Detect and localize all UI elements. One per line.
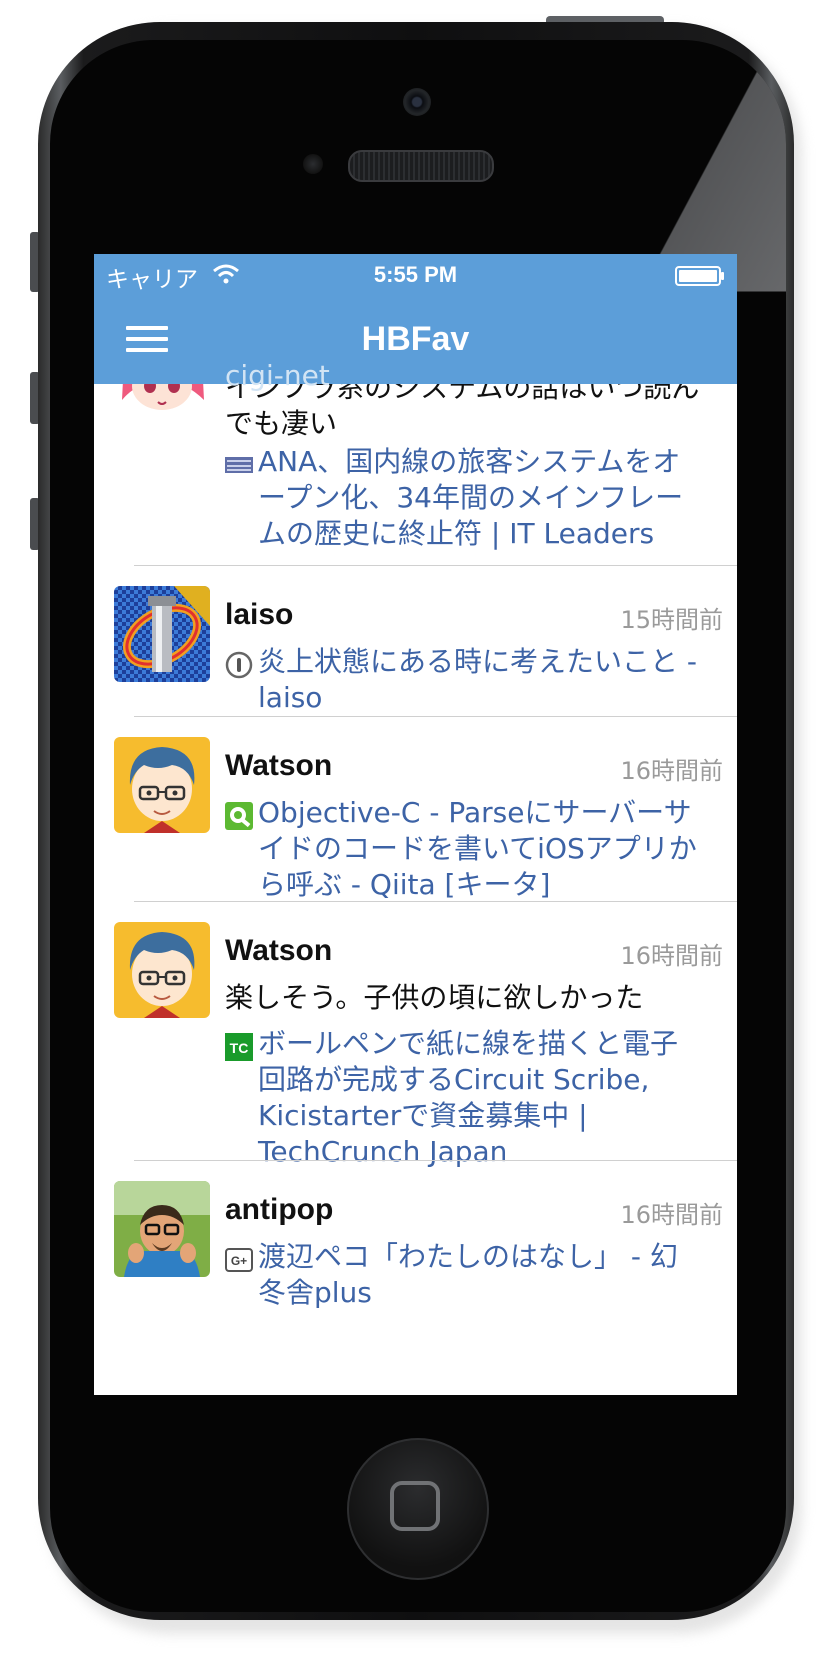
username[interactable]: Watson bbox=[225, 749, 332, 783]
username[interactable]: antipop bbox=[225, 1193, 333, 1227]
bookmark-title-link[interactable]: Objective-C - Parseにサーバーサイドのコードを書いてiOSアプ… bbox=[258, 795, 698, 903]
clock: 5:55 PM bbox=[373, 262, 458, 287]
avatar[interactable] bbox=[114, 737, 210, 833]
gplus-favicon-label: G+ bbox=[231, 1254, 247, 1268]
username[interactable]: laiso bbox=[225, 598, 293, 632]
bookmark-title-link[interactable]: 炎上状態にある時に考えたいこと - laiso bbox=[258, 644, 698, 716]
row-separator bbox=[134, 901, 737, 902]
front-camera bbox=[403, 88, 431, 116]
navigation-bar: キャリア 5:55 PM HBFav bbox=[94, 254, 737, 384]
proximity-sensor bbox=[303, 154, 323, 174]
app-screen: インフラ系のシステムの話はいつ読んでも凄い ANA、国内線の旅客システムをオープ… bbox=[94, 254, 737, 1395]
qiita-favicon-icon bbox=[225, 802, 253, 830]
row-separator bbox=[134, 716, 737, 717]
avatar[interactable] bbox=[114, 1181, 210, 1277]
timestamp: 16時間前 bbox=[620, 757, 723, 785]
row-separator bbox=[134, 1160, 737, 1161]
info-circle-favicon-icon bbox=[225, 651, 253, 679]
photo-avatar-icon bbox=[114, 1181, 210, 1277]
row-separator bbox=[134, 565, 737, 566]
app-title: HBFav bbox=[361, 320, 470, 358]
home-button[interactable] bbox=[347, 1438, 489, 1580]
timestamp: 16時間前 bbox=[620, 942, 723, 970]
avatar[interactable] bbox=[114, 586, 210, 682]
username[interactable]: Watson bbox=[225, 934, 332, 968]
avatar[interactable] bbox=[114, 922, 210, 1018]
bookmark-title-link[interactable]: ボールペンで紙に線を描くと電子回路が完成するCircuit Scribe, Ki… bbox=[258, 1026, 698, 1170]
glasses-boy-avatar-icon bbox=[114, 737, 210, 833]
earpiece-speaker bbox=[348, 150, 494, 182]
timestamp: 16時間前 bbox=[620, 1201, 723, 1229]
techcrunch-favicon-icon: TC bbox=[225, 1033, 253, 1061]
battery-icon bbox=[675, 266, 724, 286]
tc-favicon-label: TC bbox=[230, 1040, 249, 1056]
gentosha-plus-favicon-icon: G+ bbox=[225, 1248, 253, 1272]
glasses-boy-avatar-icon bbox=[114, 922, 210, 1018]
home-square-icon bbox=[390, 1481, 440, 1531]
timestamp: 15時間前 bbox=[620, 606, 723, 634]
itleaders-favicon-icon bbox=[225, 457, 253, 473]
bookmark-title-link[interactable]: 渡辺ペコ「わたしのはなし」 - 幻冬舎plus bbox=[258, 1239, 698, 1311]
bookmark-comment: 楽しそう。子供の頃に欲しかった bbox=[225, 981, 644, 1014]
bookmark-title-link[interactable]: ANA、国内線の旅客システムをオープン化、34年間のメインフレームの歴史に終止符… bbox=[258, 444, 698, 552]
scrolled-username: cigi-net bbox=[225, 359, 330, 392]
pixel-art-avatar-icon bbox=[114, 586, 210, 682]
